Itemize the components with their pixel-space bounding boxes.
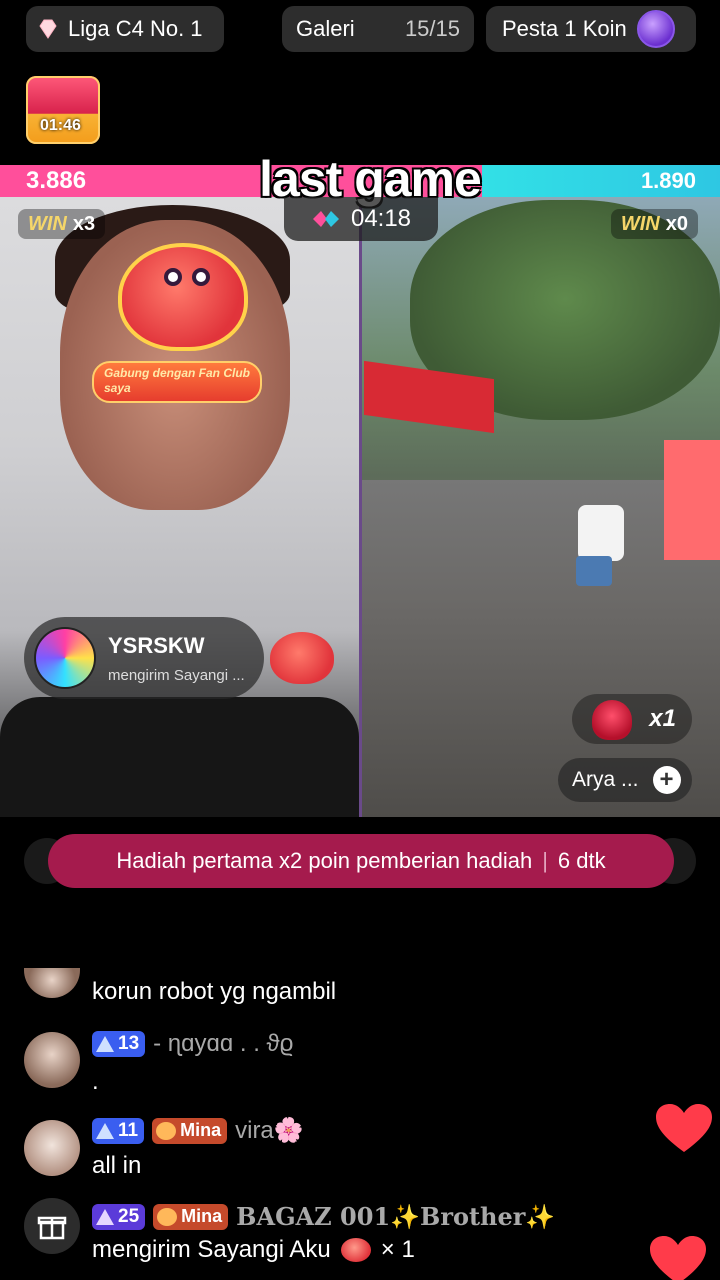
chat-meta: 25 Mina BAGAZ 001✨Brother✨ [92,1202,555,1231]
rose-gift-pill[interactable]: x1 [572,694,692,744]
fan-heart-icon [156,1121,177,1140]
level-value: 25 [118,1205,140,1227]
gift-action-text: mengirim Sayangi ... [108,666,245,684]
pane-divider [359,197,362,817]
chat-avatar[interactable] [24,1120,80,1176]
banner-separator: | [542,848,548,873]
chat-meta: 13 - ɳɑуɑɑ . . ϑϱ [92,1030,293,1058]
banner-text: Hadiah pertama x2 poin pemberian hadiah [116,848,533,873]
gift-sender-avatar[interactable] [34,627,96,689]
fan-heart-icon [157,1207,178,1226]
level-value: 11 [118,1119,139,1141]
chat-username[interactable]: BAGAZ 001✨Brother✨ [236,1202,555,1231]
coin-party-pill[interactable]: Pesta 1 Koin [486,6,696,52]
chat-username[interactable]: vira🌸 [235,1116,304,1145]
chat-text: mengirim Sayangi Aku [92,1236,331,1263]
level-icon [96,1036,114,1052]
chat-message: 13 - ɳɑуɑɑ . . ϑϱ . [24,1030,644,1095]
party-label: Pesta 1 Koin [502,16,627,41]
level-badge: 11 [92,1117,145,1144]
follow-plus-button[interactable]: + [652,766,681,794]
chat-text: all in [92,1152,142,1179]
sayangi-gift-icon [340,1238,371,1262]
fanclub-mascot-icon[interactable] [118,243,248,351]
battle-timer-value: 04:18 [350,205,412,232]
chat-avatar[interactable] [24,1032,80,1088]
banner-countdown: 6 dtk [557,848,606,873]
gift-count: × 1 [380,1236,415,1263]
win-badge-right: WIN x0 [610,209,698,239]
gift-sender-name: YSRSKW [108,632,205,658]
chat-text: korun robot yg ngambil [92,978,337,1005]
fan-name: Mina [181,1206,223,1226]
opponent-follow-pill[interactable]: Arya ... + [558,758,692,802]
battle-timer: 04:18 [284,197,438,241]
win-badge-left: WIN x3 [18,209,106,239]
chat-meta: 11 Mina vira🌸 [92,1116,304,1145]
level-icon [96,1122,114,1139]
gallery-pill[interactable]: Galeri 15/15 [282,6,474,52]
sayangi-gift-icon [270,632,334,684]
heart-icon [650,1236,706,1280]
rose-count: x1 [649,705,676,732]
red-tarp [664,440,720,560]
chat-message: korun robot yg ngambil [24,964,644,1005]
mascot-eye-left [164,268,182,286]
mascot-eye-right [192,268,210,286]
chat-text: . [92,1068,99,1095]
win-count-right: x0 [665,212,688,235]
win-count-left: x3 [72,212,96,235]
league-label: Liga C4 No. 1 [68,16,203,41]
heart-icon [656,1104,712,1152]
chat-message: 11 Mina vira🌸 all in [24,1116,644,1180]
gallery-label: Galeri [296,16,355,41]
level-value: 13 [118,1033,140,1054]
level-badge: 13 [92,1031,146,1057]
party-coin-icon [636,10,675,48]
battle-icon [312,211,339,227]
treasure-timer: 01:46 [40,117,81,134]
gallery-count: 15/15 [404,16,460,41]
diamond-icon [39,19,57,39]
fan-badge: Mina [153,1203,229,1230]
level-badge: 25 [92,1203,146,1230]
chat-avatar[interactable] [24,968,80,998]
person-legs [576,556,612,586]
gift-icon [24,1198,80,1254]
chat-username[interactable]: - ɳɑуɑɑ . . ϑϱ [153,1030,293,1058]
fanclub-join-button[interactable]: Gabung dengan Fan Club saya [92,361,262,403]
gift-box-icon [37,1216,67,1240]
gift-notification: YSRSKW mengirim Sayangi ... [24,617,264,699]
win-word-right: WIN [620,212,660,235]
person-shirt [578,505,624,561]
rose-icon [592,700,632,740]
opponent-name: Arya ... [572,768,639,791]
chat-gift-line: mengirim Sayangi Aku × 1 [92,1236,415,1264]
chat-message: 25 Mina BAGAZ 001✨Brother✨ mengirim Saya… [24,1198,644,1268]
league-pill[interactable]: Liga C4 No. 1 [26,6,224,52]
win-word-left: WIN [28,212,67,235]
level-icon [96,1208,114,1225]
first-gift-banner: Hadiah pertama x2 poin pemberian hadiah … [48,834,674,888]
fan-badge: Mina [152,1117,228,1144]
fan-name: Mina [180,1120,222,1140]
host-shirt [0,697,359,817]
